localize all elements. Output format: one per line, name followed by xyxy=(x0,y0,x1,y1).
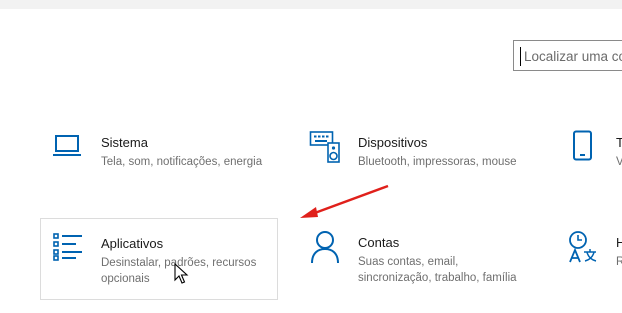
apps-list-icon xyxy=(53,233,82,261)
devices-icon xyxy=(309,131,340,163)
laptop-icon xyxy=(53,135,81,156)
search-input[interactable] xyxy=(524,45,622,67)
category-description: Bluetooth, impressoras, mouse xyxy=(358,156,517,168)
phone-icon xyxy=(573,130,592,161)
search-box[interactable] xyxy=(513,40,622,71)
category-title: Sistema xyxy=(101,135,148,150)
person-icon xyxy=(311,231,339,264)
mouse-cursor-icon xyxy=(174,263,189,284)
text-caret xyxy=(520,47,521,66)
category-description: Tela, som, notificações, energia xyxy=(101,156,263,168)
category-description: R xyxy=(616,256,622,268)
category-title: H xyxy=(616,235,622,250)
title-bar-strip xyxy=(0,0,622,9)
red-arrow-icon xyxy=(300,184,389,218)
category-hora-idioma[interactable]: H R xyxy=(556,218,622,300)
category-title: Contas xyxy=(358,235,400,250)
category-description: V xyxy=(616,156,622,168)
category-description: Suas contas, email, sincronização, traba… xyxy=(358,256,517,284)
category-sistema[interactable]: Sistema Tela, som, notificações, energia xyxy=(40,118,280,200)
category-telefone[interactable]: T V xyxy=(556,118,622,200)
category-title: Dispositivos xyxy=(358,135,428,150)
category-aplicativos[interactable]: Aplicativos Desinstalar, padrões, recurs… xyxy=(40,218,278,300)
category-title: Aplicativos xyxy=(101,236,164,251)
time-language-icon xyxy=(569,231,597,263)
category-contas[interactable]: Contas Suas contas, email, sincronização… xyxy=(296,218,526,300)
category-title: T xyxy=(616,135,622,150)
